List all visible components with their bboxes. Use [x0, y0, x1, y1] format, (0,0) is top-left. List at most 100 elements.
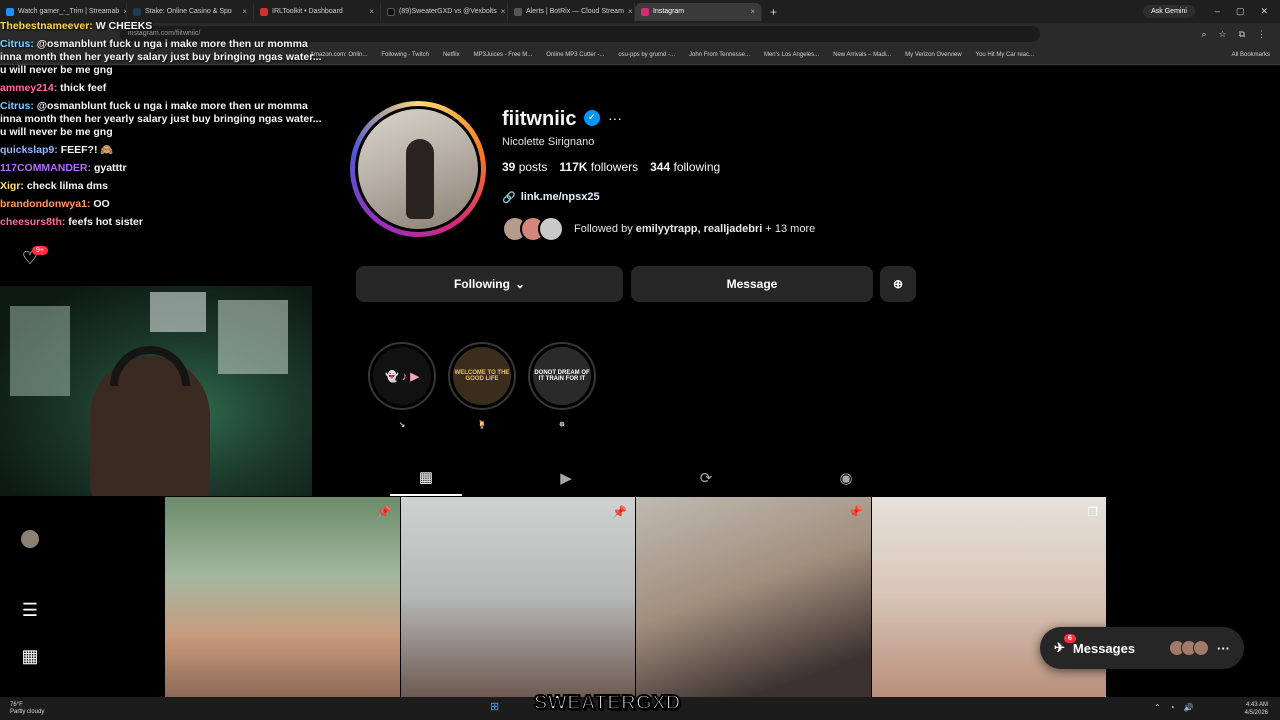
all-bookmarks[interactable]: All Bookmarks: [1232, 52, 1280, 58]
background-flag: [218, 300, 288, 374]
chevron-up-icon[interactable]: ⌃: [1154, 703, 1161, 712]
tab-tiktok[interactable]: (89)SweaterGXD vs @Vexbolts ×: [381, 2, 508, 21]
close-window-icon[interactable]: ✕: [1260, 6, 1268, 17]
chat-username: Xigr:: [0, 180, 24, 192]
bookmark-item[interactable]: Following - Twitch: [381, 52, 429, 58]
apps-grid-icon[interactable]: ▦: [20, 646, 40, 666]
bookmark-item[interactable]: MP3Juices - Free M...: [474, 52, 533, 58]
highlight-item[interactable]: WELCOME TO THE GOOD LIFE: [448, 342, 516, 410]
bookmark-item[interactable]: My Verizon Overview: [905, 52, 961, 58]
link-icon: 🔗: [502, 192, 516, 204]
chat-text: FEEF?! 🙈: [60, 144, 114, 156]
maximize-icon[interactable]: ▢: [1236, 6, 1245, 17]
post-thumbnail[interactable]: 📌: [400, 497, 635, 697]
reels-icon[interactable]: ▶: [530, 460, 602, 496]
chat-text: OO: [93, 198, 110, 210]
post-thumbnail[interactable]: 📌: [165, 497, 400, 697]
profile-content-tabs: ▦ ▶ ⟳ ◉: [356, 460, 916, 496]
message-button[interactable]: Message: [631, 266, 873, 302]
chat-message: Citrus: @osmanblunt fuck u nga i make mo…: [0, 100, 330, 139]
headset-icon: [110, 346, 190, 386]
extensions: ⌕ ☆ ⧉ ⋮: [1201, 29, 1280, 40]
posts-grid-icon[interactable]: ▦: [390, 460, 462, 496]
bookmark-item[interactable]: New Arrivals – Madi...: [833, 52, 891, 58]
messages-icon: ✈: [1054, 640, 1065, 655]
bookmark-item[interactable]: osu-pps by grumd -...: [618, 52, 675, 58]
chat-username: Thebestnameever:: [0, 20, 93, 32]
following-button[interactable]: Following ⌄: [356, 266, 623, 302]
zoom-icon[interactable]: ⌕: [1201, 29, 1206, 40]
close-icon[interactable]: ×: [242, 7, 247, 16]
new-tab-button[interactable]: +: [762, 5, 785, 19]
chat-message: Citrus: @osmanblunt fuck u nga i make mo…: [0, 38, 330, 77]
favicon: [387, 7, 395, 16]
chat-username: cheesurs8th:: [0, 216, 66, 228]
suggest-user-icon[interactable]: ⊕: [880, 266, 916, 302]
close-icon[interactable]: ×: [369, 7, 374, 16]
chat-text: feefs hot sister: [68, 216, 143, 228]
profile-avatar[interactable]: [350, 101, 486, 237]
extension-icon[interactable]: ⧉: [1239, 29, 1245, 40]
clock[interactable]: 4:43 AM 4/5/2026: [1245, 701, 1280, 717]
favicon: [133, 7, 141, 16]
hamburger-menu-icon[interactable]: ☰: [20, 600, 40, 620]
favicon: [514, 7, 522, 16]
bookmark-item[interactable]: Netflix: [443, 52, 460, 58]
post-grid: 📌 📌 📌 ❐: [165, 497, 1106, 697]
chat-username: Citrus:: [0, 100, 34, 112]
avatar[interactable]: [20, 530, 40, 550]
reposts-icon[interactable]: ⟳: [670, 460, 742, 496]
window-controls: – ▢ ✕: [1195, 6, 1280, 17]
bio-link[interactable]: 🔗 link.me/npsx25: [502, 191, 600, 204]
tab-botrix[interactable]: Alerts | BotRix — Cloud Stream ×: [508, 2, 635, 21]
close-icon[interactable]: ×: [628, 7, 633, 16]
chat-text: W CHEEKS: [95, 20, 153, 32]
weather-widget[interactable]: 76°F Partly cloudy: [0, 702, 44, 716]
more-options-icon[interactable]: ···: [608, 110, 622, 126]
mutual-avatars: [502, 216, 564, 242]
tab-irltoolkit[interactable]: IRLToolkit • Dashboard ×: [254, 2, 381, 21]
close-icon[interactable]: ×: [750, 7, 755, 16]
highlight-item[interactable]: DONOT DREAM OF IT TRAIN FOR IT: [528, 342, 596, 410]
close-icon[interactable]: ×: [501, 7, 506, 16]
chat-text: thick feef: [60, 82, 107, 94]
highlight-label: ↘: [398, 420, 406, 429]
messages-bar[interactable]: ✈ 6 Messages ···: [1040, 627, 1244, 669]
followers-count[interactable]: 117K followers: [559, 160, 638, 174]
bookmark-star-icon[interactable]: ☆: [1218, 29, 1226, 40]
favicon: [6, 7, 14, 16]
profile-stats: 39 posts 117K followers 344 following: [502, 160, 720, 174]
followed-by[interactable]: Followed by emilyytrapp, realljadebri + …: [502, 216, 815, 242]
tagged-icon[interactable]: ◉: [810, 460, 882, 496]
chat-username: ammey214:: [0, 82, 58, 94]
pin-icon: 📌: [847, 505, 863, 519]
post-thumbnail[interactable]: 📌: [636, 497, 871, 697]
streamer-name-overlay: SWEATERGXD: [533, 691, 681, 715]
story-highlights: 👻 ♪ ▶ WELCOME TO THE GOOD LIFE DONOT DRE…: [368, 342, 596, 410]
chat-username: quickslap9:: [0, 144, 58, 156]
bookmark-item[interactable]: Online MP3 Cutter -...: [546, 52, 604, 58]
bookmark-item[interactable]: You Hit My Car reac...: [976, 52, 1034, 58]
ask-gemini-button[interactable]: Ask Gemini: [1143, 5, 1195, 18]
highlight-item[interactable]: 👻 ♪ ▶: [368, 342, 436, 410]
chevron-down-icon: ⌄: [514, 277, 526, 291]
volume-icon[interactable]: 🔊: [1184, 703, 1194, 712]
chat-text: @osmanblunt fuck u nga i make more then …: [0, 38, 322, 76]
carousel-icon: ❐: [1087, 505, 1098, 519]
following-count[interactable]: 344 following: [650, 160, 720, 174]
menu-icon[interactable]: ⋮: [1257, 29, 1266, 40]
chat-username: 117COMMANDER:: [0, 162, 92, 174]
chat-username: Citrus:: [0, 38, 34, 50]
wifi-icon[interactable]: ◔: [1170, 703, 1175, 712]
tab-stake[interactable]: Stake: Online Casino & Spo ×: [127, 2, 254, 21]
tab-streamable[interactable]: Watch gamer_-_Trim | Streamab×: [0, 2, 127, 21]
tab-instagram[interactable]: Instagram ×: [635, 2, 762, 21]
minimize-icon[interactable]: –: [1215, 6, 1220, 17]
bookmark-item[interactable]: Men's Los Angeles...: [764, 52, 819, 58]
bookmark-item[interactable]: John From Tennesse...: [689, 52, 750, 58]
stream-chat-overlay: Thebestnameever: W CHEEKS Citrus: @osman…: [0, 20, 330, 234]
more-icon[interactable]: ···: [1217, 641, 1230, 656]
messages-badge: 6: [1064, 634, 1076, 643]
windows-start-icon[interactable]: ⊞: [490, 701, 502, 713]
chat-message: cheesurs8th: feefs hot sister: [0, 216, 330, 229]
